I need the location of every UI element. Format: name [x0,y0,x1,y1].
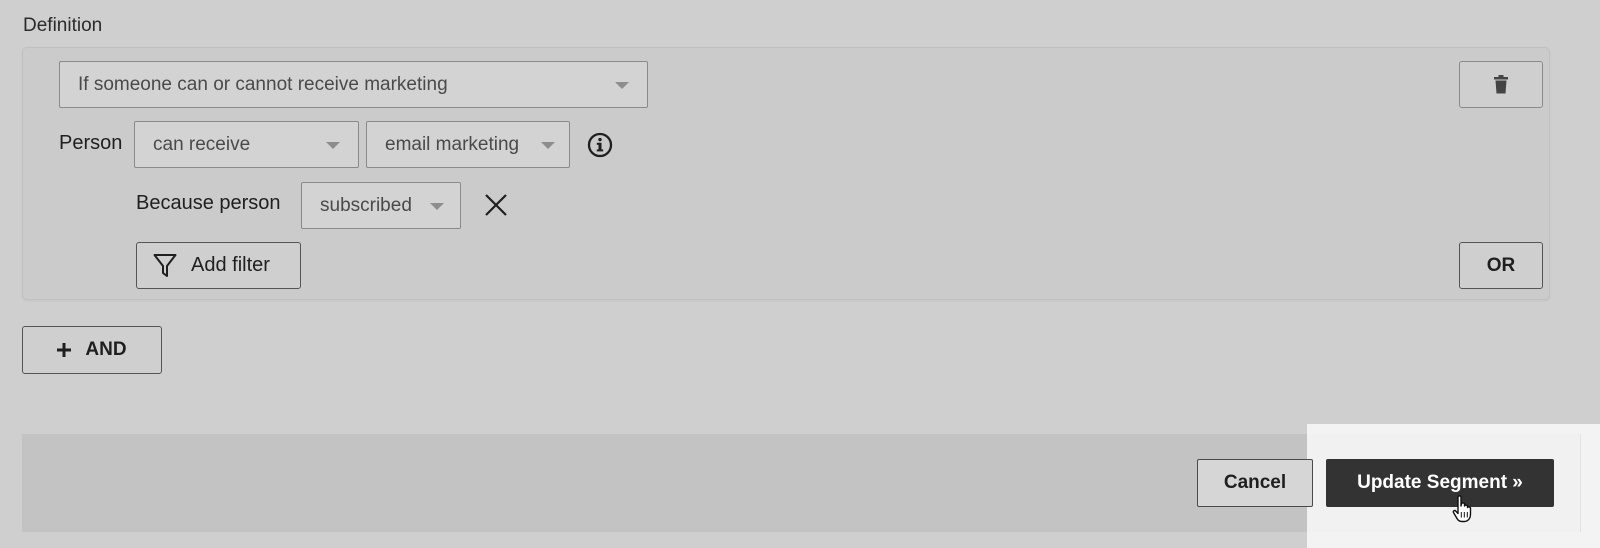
hand-cursor-icon [1452,494,1476,524]
add-and-button[interactable]: AND [22,326,162,374]
because-person-label: Because person [136,192,281,214]
delete-condition-button[interactable] [1459,61,1543,108]
update-segment-button[interactable]: Update Segment » [1326,459,1554,507]
info-icon[interactable] [587,132,613,158]
reason-select[interactable]: subscribed [301,182,461,229]
condition-card: If someone can or cannot receive marketi… [22,47,1550,300]
chevron-down-icon [541,141,555,149]
person-label: Person [59,132,123,154]
close-icon[interactable] [484,193,508,217]
chevron-down-icon [326,141,340,149]
or-button[interactable]: OR [1459,242,1543,289]
add-filter-label: Add filter [191,254,270,276]
cancel-label: Cancel [1223,472,1287,493]
ability-value: can receive [153,133,251,155]
and-label: AND [85,339,127,360]
chevron-down-icon [615,81,629,89]
definition-label: Definition [23,15,103,36]
chevron-down-icon [430,202,444,210]
trash-icon [1493,75,1509,94]
channel-value: email marketing [385,133,520,155]
add-filter-button[interactable]: Add filter [136,242,301,289]
reason-value: subscribed [320,194,412,216]
filter-icon [153,253,177,279]
or-label: OR [1486,254,1516,276]
plus-icon [57,343,72,357]
condition-type-value: If someone can or cannot receive marketi… [78,73,448,95]
cancel-button[interactable]: Cancel [1197,459,1313,507]
update-segment-label: Update Segment » [1357,472,1523,493]
ability-select[interactable]: can receive [134,121,359,168]
condition-type-select[interactable]: If someone can or cannot receive marketi… [59,61,648,108]
channel-select[interactable]: email marketing [366,121,570,168]
